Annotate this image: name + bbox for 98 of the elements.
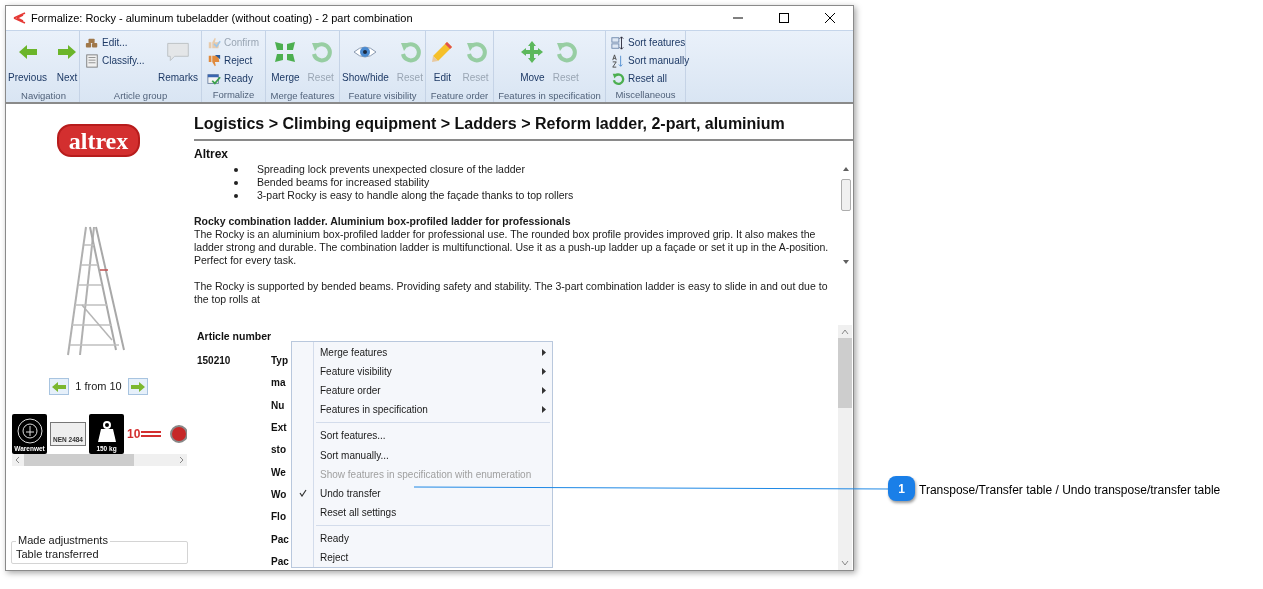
menu-item[interactable]: Reset all settings bbox=[292, 502, 552, 522]
group-label: Feature visibility bbox=[347, 89, 418, 103]
app-logo-icon bbox=[13, 12, 26, 24]
ribbon-button[interactable]: Previous bbox=[5, 34, 50, 88]
callout-number: 1 bbox=[888, 476, 915, 501]
scrollbar-thumb[interactable] bbox=[24, 454, 134, 466]
ribbon-button[interactable]: Edit bbox=[427, 34, 458, 88]
menu-item[interactable]: Undo transfer bbox=[292, 483, 552, 503]
row-label: Ext bbox=[271, 421, 287, 433]
scrollbar-thumb[interactable] bbox=[841, 179, 851, 211]
next-image-button[interactable] bbox=[127, 378, 148, 395]
pencil-icon bbox=[430, 40, 455, 64]
menu-item[interactable]: Feature order bbox=[292, 381, 552, 401]
column-header: Article number bbox=[197, 329, 273, 344]
bullet-icon bbox=[234, 181, 238, 185]
ribbon-button[interactable]: Merge bbox=[268, 34, 303, 88]
description-paragraph: The Rocky is supported by bended beams. Providing safety and stability. The 3-part combination ladder is easy to slide in and out due to the top rolls at bbox=[194, 280, 829, 306]
ribbon-button[interactable]: Move bbox=[517, 34, 548, 88]
guarantee-label: 10 bbox=[127, 424, 167, 444]
arrow-left-icon bbox=[52, 381, 67, 392]
undo-icon bbox=[611, 71, 625, 86]
scroll-up-icon bbox=[841, 328, 849, 336]
document-icon bbox=[85, 53, 99, 68]
seal-emblem-icon bbox=[16, 418, 43, 444]
ribbon-button[interactable]: Show/hide bbox=[339, 34, 392, 88]
ribbon-button[interactable]: Sort manually bbox=[610, 52, 691, 69]
previous-image-button[interactable] bbox=[49, 378, 70, 395]
row-label: sto bbox=[271, 444, 286, 456]
group-label: Miscellaneous bbox=[614, 88, 677, 102]
menu-item[interactable]: Ready bbox=[292, 528, 552, 548]
menu-item[interactable]: Sort features... bbox=[292, 426, 552, 446]
logo-text: altrex bbox=[68, 128, 129, 153]
sort-list-icon bbox=[611, 35, 625, 50]
horizontal-scrollbar[interactable] bbox=[12, 454, 187, 466]
ribbon-button[interactable]: Edit... bbox=[84, 34, 146, 51]
row-label: Nu bbox=[271, 399, 285, 411]
sort-az-icon bbox=[611, 53, 625, 68]
scroll-down-icon bbox=[841, 559, 849, 567]
group-label: Features in specification bbox=[497, 89, 602, 103]
bullet-icon bbox=[234, 168, 238, 172]
move-icon bbox=[520, 40, 545, 64]
row-label: Pac bbox=[271, 556, 289, 568]
row-label: Typ bbox=[271, 354, 289, 366]
group-label: Feature order bbox=[429, 89, 490, 103]
ribbon-button[interactable]: Sort features bbox=[610, 34, 691, 51]
group-legend: Made adjustments bbox=[16, 534, 110, 547]
menu-item[interactable]: Sort manually... bbox=[292, 445, 552, 465]
thumbs-up-icon bbox=[207, 35, 221, 50]
calendar-check-icon bbox=[207, 71, 221, 86]
image-counter: 1 from 10 bbox=[75, 379, 122, 395]
row-label: ma bbox=[271, 377, 286, 389]
row-label: Flo bbox=[271, 511, 286, 523]
table-cell-text: 150210 bbox=[197, 353, 232, 368]
group-label: Formalize bbox=[211, 88, 256, 102]
bullet-icon bbox=[234, 194, 238, 198]
scroll-down-icon bbox=[842, 258, 850, 266]
row-label: Wo bbox=[271, 489, 287, 501]
description-paragraph: The Rocky is an aluminium box-profiled ladder for professional use. The rounded box profile provides improved grip. It also makes the ladder strong and durable. The combination ladder is multifunctional. Use it as a push-up ladder up a façade or set it up in the A-position. Perfect for every task. bbox=[194, 228, 830, 267]
bullet-text: Spreading lock prevents unexpected closure of the ladder bbox=[257, 163, 525, 176]
callout-text: Transpose/Transfer table / Undo transpose/transfer table bbox=[919, 482, 1221, 499]
weight-icon bbox=[96, 421, 117, 443]
menu-item[interactable]: Feature visibility bbox=[292, 362, 552, 382]
row-label: Pac bbox=[271, 533, 289, 545]
brand-name: Altrex bbox=[194, 146, 229, 163]
bullet-text: Bended beams for increased stability bbox=[257, 176, 430, 189]
group-label: Article group bbox=[112, 89, 169, 103]
ribbon-button[interactable]: Classify... bbox=[84, 52, 146, 69]
speech-bubble-icon bbox=[166, 40, 190, 64]
breadcrumb-heading: Logistics > Climbing equipment > Ladders > Reform ladder, 2-part, aluminium bbox=[194, 112, 853, 141]
close-icon bbox=[825, 13, 835, 23]
group-label: Merge features bbox=[269, 89, 336, 103]
menu-item[interactable]: Merge features bbox=[292, 343, 552, 363]
ribbon-button[interactable]: Remarks bbox=[155, 34, 201, 88]
checkmark-icon bbox=[299, 489, 307, 498]
maximize-icon bbox=[779, 13, 789, 23]
menu-item[interactable]: Reject bbox=[292, 547, 552, 568]
submenu-arrow-icon bbox=[542, 406, 546, 414]
row-label: We bbox=[271, 466, 286, 478]
arrow-right-icon bbox=[130, 381, 145, 392]
arrows-inward-icon bbox=[273, 40, 298, 64]
adjustments-value: Table transferred bbox=[16, 548, 99, 561]
submenu-arrow-icon bbox=[542, 349, 546, 357]
submenu-arrow-icon bbox=[542, 387, 546, 395]
ribbon-button[interactable]: Next bbox=[51, 34, 82, 88]
submenu-arrow-icon bbox=[542, 368, 546, 376]
emblem-icon bbox=[170, 425, 187, 443]
ribbon-button[interactable]: Reject bbox=[206, 52, 260, 69]
group-label: Navigation bbox=[20, 89, 67, 103]
bullet-text: 3-part Rocky is easy to handle along the façade thanks to top rollers bbox=[257, 189, 574, 202]
thumbs-down-icon bbox=[207, 53, 221, 68]
vertical-scrollbar[interactable] bbox=[838, 325, 852, 570]
ribbon-button[interactable]: Reset all bbox=[610, 70, 691, 87]
scroll-up-icon bbox=[842, 165, 850, 173]
window-title: Formalize: Rocky - aluminum tubeladder (without coating) - 2 part combination bbox=[31, 10, 413, 26]
ribbon-button[interactable]: Ready bbox=[206, 70, 260, 87]
description-title: Rocky combination ladder. Aluminium box-profiled ladder for professionals bbox=[194, 215, 572, 228]
menu-item[interactable]: Features in specification bbox=[292, 400, 552, 420]
scrollbar-thumb[interactable] bbox=[838, 338, 852, 408]
